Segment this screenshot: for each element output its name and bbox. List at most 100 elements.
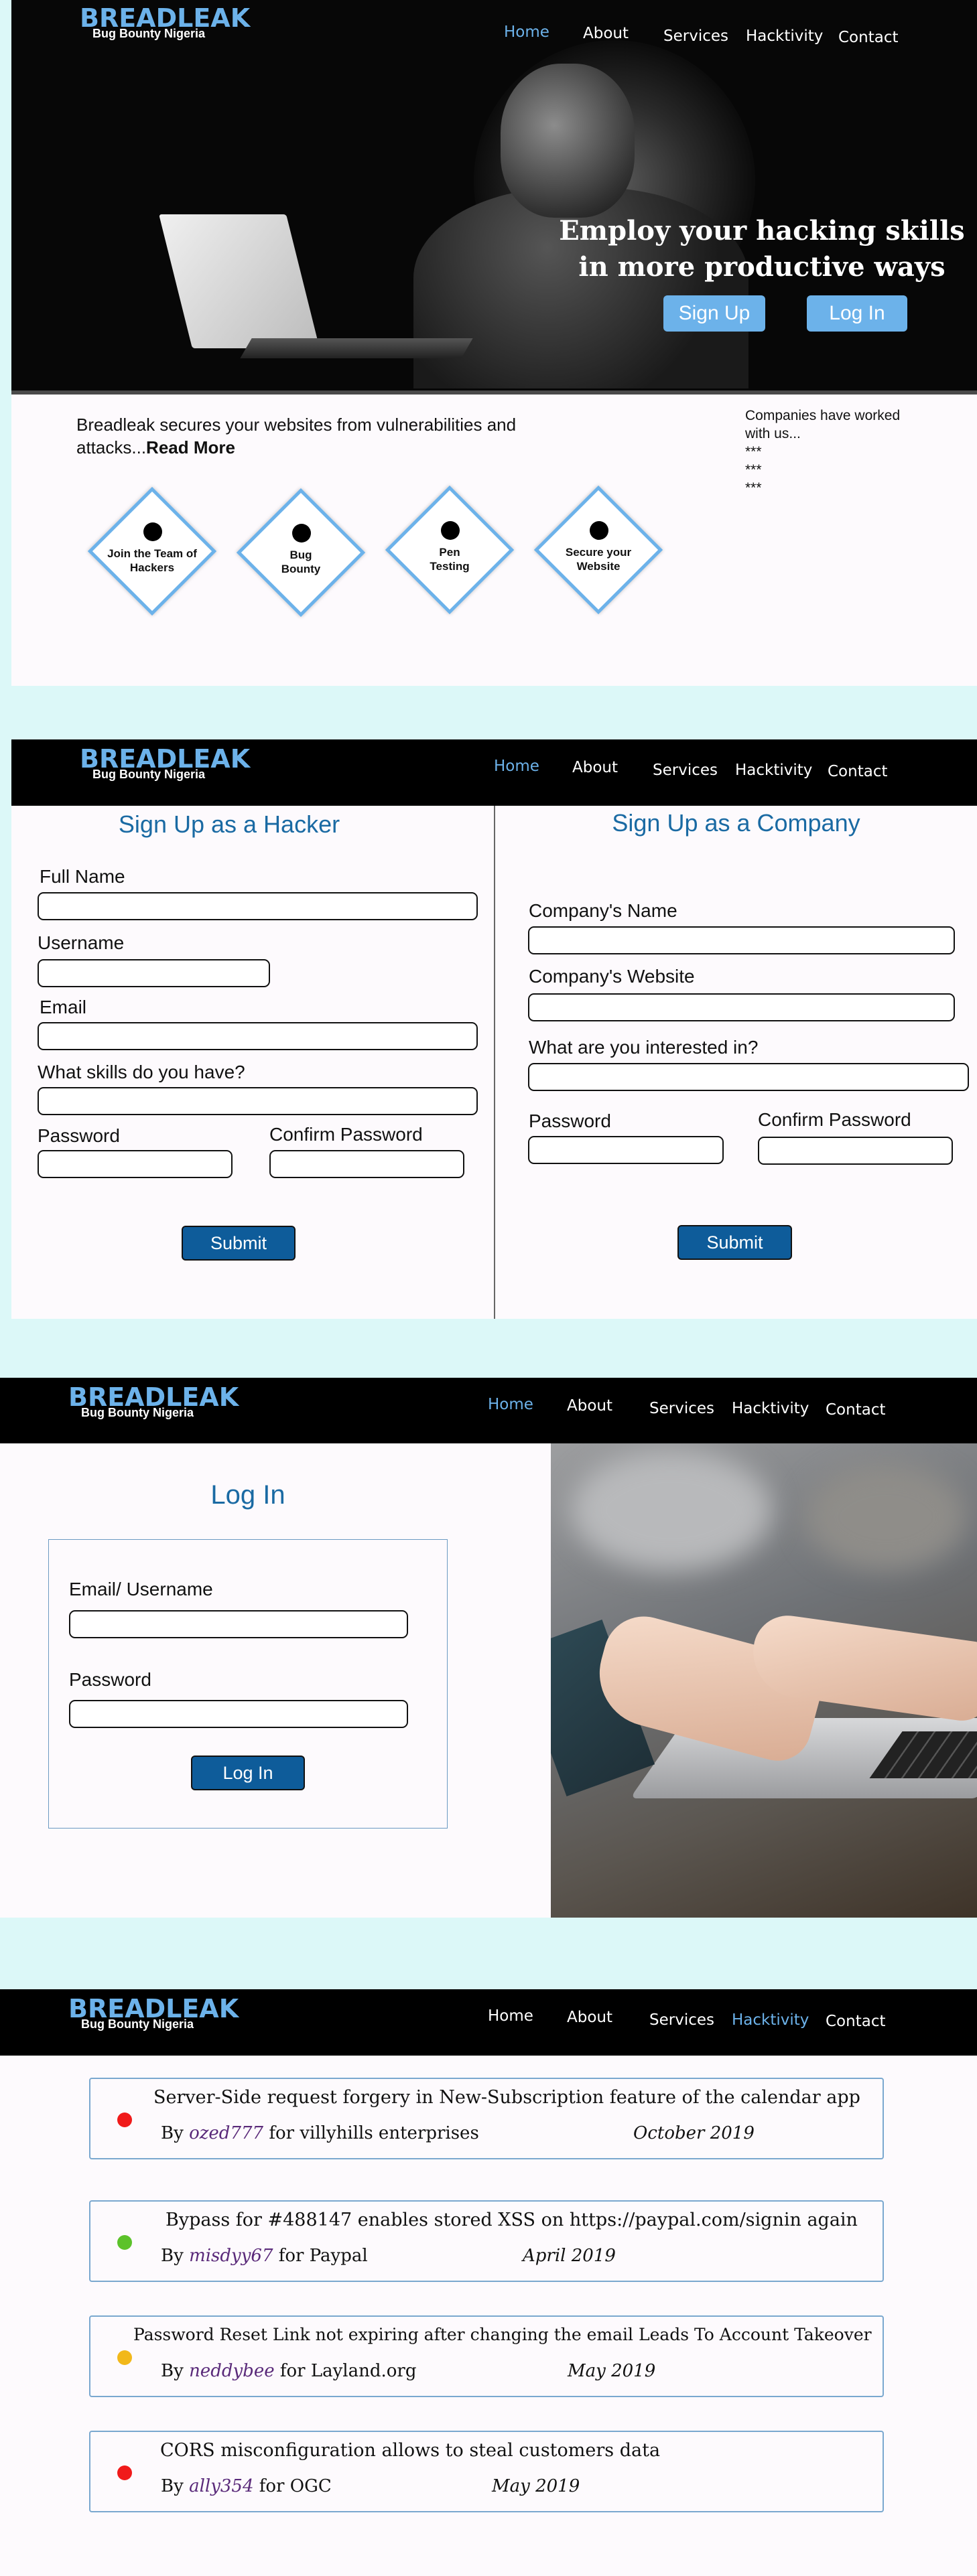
nav-about[interactable]: About <box>567 2009 612 2026</box>
company-signup-title: Sign Up as a Company <box>612 809 860 837</box>
hero-section: BREADLEAK Bug Bounty Nigeria Home About … <box>11 0 977 392</box>
nav-hacktivity[interactable]: Hacktivity <box>746 27 823 45</box>
report-date: May 2019 <box>568 2361 656 2381</box>
intro-description: Breadleak secures your websites from vul… <box>76 415 517 457</box>
hacktivity-card[interactable]: CORS misconfiguration allows to steal cu… <box>89 2431 884 2512</box>
report-meta: By misdyy67 for Paypal <box>161 2246 368 2266</box>
company-interest-label: What are you interested in? <box>529 1037 759 1058</box>
program-name: for OGC <box>259 2476 332 2496</box>
full-name-input[interactable] <box>38 892 478 920</box>
login-email-label: Email/ Username <box>69 1579 213 1599</box>
nav-contact[interactable]: Contact <box>826 1401 885 1419</box>
status-dot-icon <box>117 2350 132 2365</box>
company-submit-button[interactable]: Submit <box>677 1225 792 1260</box>
dot-icon <box>292 524 311 543</box>
program-name: for Paypal <box>278 2246 368 2266</box>
hero-laptop-screen <box>159 214 320 348</box>
report-meta: By ally354 for OGC <box>161 2476 332 2496</box>
skills-label: What skills do you have? <box>38 1062 245 1082</box>
nav-contact[interactable]: Contact <box>828 763 887 780</box>
username-input[interactable] <box>38 959 270 987</box>
nav-home[interactable]: Home <box>488 1396 533 1413</box>
login-password-input[interactable] <box>69 1700 408 1728</box>
nav-contact[interactable]: Contact <box>838 29 898 46</box>
password-input[interactable] <box>38 1150 233 1178</box>
company-password-input[interactable] <box>528 1136 724 1164</box>
login-submit-button[interactable]: Log In <box>191 1756 305 1790</box>
company-website-input[interactable] <box>528 993 955 1021</box>
companies-list: Companies have worked with us... *** ***… <box>745 407 919 497</box>
report-title: Password Reset Link not expiring after c… <box>133 2325 872 2344</box>
company-confirm-password-input[interactable] <box>758 1137 953 1165</box>
nav-home[interactable]: Home <box>494 758 539 775</box>
intro-text: Breadleak secures your websites from vul… <box>76 413 586 459</box>
service-join-team[interactable]: Join the Team of Hackers <box>87 486 217 616</box>
nav-hacktivity[interactable]: Hacktivity <box>732 1400 809 1417</box>
report-title: CORS misconfiguration allows to steal cu… <box>160 2440 661 2461</box>
nav-services[interactable]: Services <box>653 762 718 779</box>
nav-home[interactable]: Home <box>488 2007 533 2025</box>
hero-login-button[interactable]: Log In <box>807 295 907 332</box>
companies-title: Companies have worked with us... <box>745 408 901 441</box>
login-form: Email/ Username Password Log In <box>48 1539 448 1829</box>
hero-person-head <box>501 64 635 218</box>
hero-title-line1: Employ your hacking skills <box>559 215 965 246</box>
service-pen-testing[interactable]: Pen Testing <box>385 485 515 615</box>
brand-tagline: Bug Bounty Nigeria <box>92 27 206 40</box>
hacker-signup-title: Sign Up as a Hacker <box>118 810 340 838</box>
company-website-label: Company's Website <box>529 966 695 987</box>
company-name-input[interactable] <box>528 926 955 954</box>
login-title: Log In <box>210 1480 285 1510</box>
login-panel: Log In Email/ Username Password Log In <box>0 1443 551 1918</box>
nav-hacktivity[interactable]: Hacktivity <box>735 762 812 779</box>
intro-panel: Breadleak secures your websites from vul… <box>11 395 977 686</box>
report-title: Bypass for #488147 enables stored XSS on… <box>166 2210 858 2230</box>
hero-signup-button[interactable]: Sign Up <box>663 295 765 332</box>
hacktivity-card[interactable]: Password Reset Link not expiring after c… <box>89 2315 884 2397</box>
nav-home[interactable]: Home <box>504 23 549 41</box>
service-bug-bounty[interactable]: Bug Bounty <box>236 488 366 618</box>
dot-icon <box>143 522 162 541</box>
login-password-label: Password <box>69 1669 151 1690</box>
nav-contact[interactable]: Contact <box>826 2013 885 2030</box>
skills-input[interactable] <box>38 1087 478 1115</box>
password-label: Password <box>38 1125 120 1146</box>
company-interest-input[interactable] <box>528 1063 969 1091</box>
reporter-username[interactable]: ozed777 <box>189 2123 263 2143</box>
report-meta: By ozed777 for villyhills enterprises <box>161 2123 479 2143</box>
hacktivity-card[interactable]: Server-Side request forgery in New-Subsc… <box>89 2078 884 2159</box>
hacker-submit-button[interactable]: Submit <box>182 1226 296 1261</box>
nav-about[interactable]: About <box>583 25 629 42</box>
service-label: Secure your Website <box>565 546 632 573</box>
reporter-username[interactable]: ally354 <box>189 2476 253 2496</box>
company-item: *** <box>745 444 762 459</box>
confirm-password-input[interactable] <box>269 1150 464 1178</box>
nav-about[interactable]: About <box>567 1397 612 1415</box>
photo-background-blur <box>571 1450 772 1571</box>
brand-tagline: Bug Bounty Nigeria <box>92 768 206 781</box>
hacktivity-card[interactable]: Bypass for #488147 enables stored XSS on… <box>89 2200 884 2282</box>
email-input[interactable] <box>38 1022 478 1050</box>
status-dot-icon <box>117 2235 132 2250</box>
email-label: Email <box>40 997 87 1017</box>
program-name: for villyhills enterprises <box>269 2123 479 2143</box>
report-date: October 2019 <box>633 2123 755 2143</box>
dot-icon <box>590 521 608 540</box>
nav-services[interactable]: Services <box>663 27 728 45</box>
hero-laptop-base <box>240 338 473 358</box>
reporter-username[interactable]: misdyy67 <box>189 2246 273 2266</box>
nav-hacktivity[interactable]: Hacktivity <box>732 2011 809 2029</box>
login-photo <box>551 1443 977 1918</box>
hero-title: Employ your hacking skills in more produ… <box>547 213 976 285</box>
login-email-input[interactable] <box>69 1610 408 1638</box>
dot-icon <box>441 521 460 540</box>
service-label: Pen Testing <box>430 546 470 573</box>
status-dot-icon <box>117 2465 132 2480</box>
nav-about[interactable]: About <box>572 759 618 776</box>
by-label: By <box>161 2361 184 2381</box>
nav-services[interactable]: Services <box>649 1400 714 1417</box>
nav-services[interactable]: Services <box>649 2011 714 2029</box>
reporter-username[interactable]: neddybee <box>189 2361 275 2381</box>
service-secure-website[interactable]: Secure your Website <box>533 485 663 615</box>
read-more-link[interactable]: Read More <box>146 437 235 457</box>
